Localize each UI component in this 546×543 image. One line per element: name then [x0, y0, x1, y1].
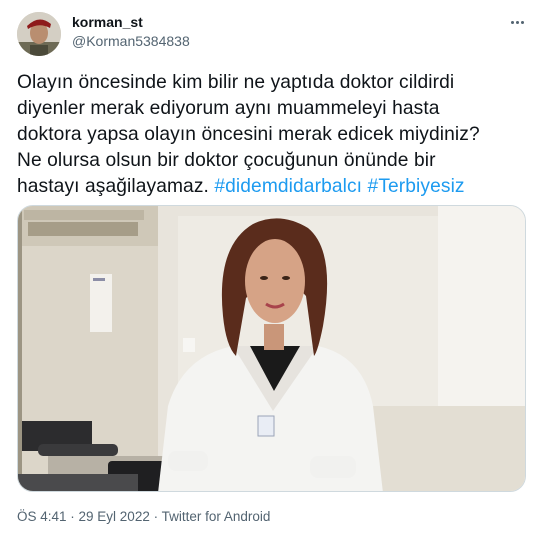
- tweet-text-line-last: hastayı aşağilayamaz. #didemdidarbalcı #…: [17, 174, 532, 200]
- tweet-text-line: diyenler merak ediyorum aynı muammeleyi …: [17, 98, 440, 119]
- more-horizontal-icon: [510, 20, 524, 24]
- tweet: korman_st @Korman5384838 Olayın öncesind…: [0, 0, 546, 543]
- tweet-metadata: ÖS 4:41 · 29 Eyl 2022 · Twitter for Andr…: [17, 509, 270, 524]
- tweet-date[interactable]: 29 Eyl 2022: [79, 509, 150, 524]
- tweet-text-line: Ne olursa olsun bir doktor çocuğunun önü…: [17, 150, 436, 171]
- tweet-text-line: doktora yapsa olayın öncesini merak edic…: [17, 124, 480, 145]
- photo-image: [18, 206, 525, 491]
- tweet-text-line: Olayın öncesinde kim bilir ne yaptıda do…: [17, 72, 455, 93]
- tweet-time[interactable]: ÖS 4:41: [17, 509, 67, 524]
- tweet-text-fragment: hastayı aşağilayamaz.: [17, 176, 215, 197]
- hashtag-link[interactable]: #didemdidarbalcı: [214, 176, 362, 197]
- hashtag-link[interactable]: #Terbiyesiz: [368, 176, 465, 197]
- avatar[interactable]: [17, 12, 61, 56]
- tweet-text: Olayın öncesinde kim bilir ne yaptıda do…: [17, 70, 532, 200]
- user-handle[interactable]: @Korman5384838: [72, 33, 190, 49]
- tweet-photo[interactable]: [17, 205, 526, 492]
- display-name[interactable]: korman_st: [72, 14, 143, 30]
- tweet-source[interactable]: Twitter for Android: [162, 509, 271, 524]
- more-options-button[interactable]: [506, 12, 528, 32]
- meta-separator: ·: [66, 509, 79, 524]
- meta-separator: ·: [149, 509, 162, 524]
